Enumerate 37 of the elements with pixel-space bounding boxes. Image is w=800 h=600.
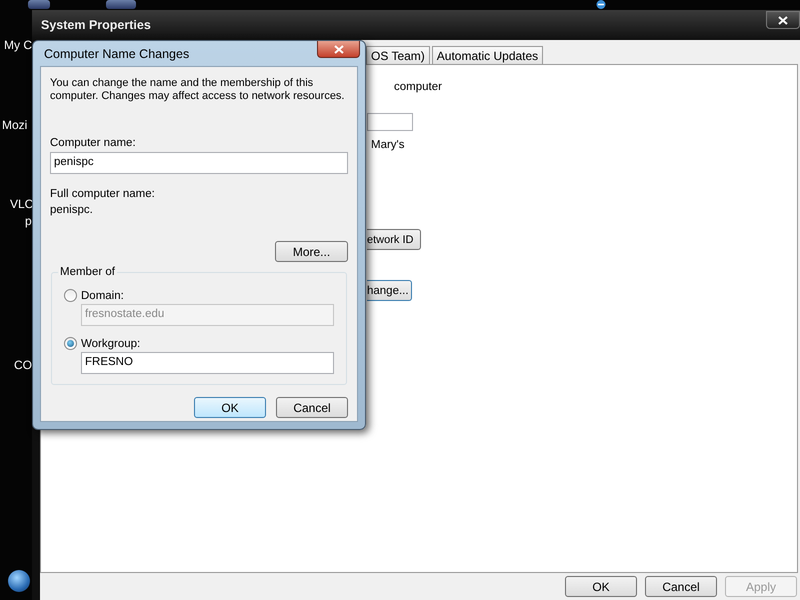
window-title: System Properties xyxy=(41,18,151,32)
more-button[interactable]: More... xyxy=(275,241,348,262)
close-button[interactable] xyxy=(766,11,800,29)
description-text: computer xyxy=(394,81,443,93)
desktop-icon-label[interactable]: p xyxy=(25,214,32,228)
tab[interactable]: Automatic Updates xyxy=(432,46,544,64)
network-id-button[interactable]: etwork ID xyxy=(367,229,421,250)
dialog-button[interactable]: Cancel xyxy=(276,397,348,418)
close-icon xyxy=(334,44,344,54)
radio-option[interactable]: Workgroup: xyxy=(64,337,140,350)
start-button[interactable] xyxy=(8,570,30,592)
field-label: Computer name: xyxy=(50,137,137,149)
desktop-icon-label[interactable]: My C xyxy=(4,38,32,52)
desktop-icon-label[interactable]: CO xyxy=(14,358,32,372)
change-button[interactable]: hange... xyxy=(367,280,412,301)
tab[interactable]: OS Team) xyxy=(366,46,430,64)
dialog-title: Computer Name Changes xyxy=(44,47,190,61)
dialog-button[interactable]: OK xyxy=(194,397,266,418)
close-button[interactable] xyxy=(317,41,360,58)
close-icon xyxy=(778,16,788,24)
description-text: You can change the name and the membership of this computer. Changes may affect access to network resources. xyxy=(50,77,346,103)
computer-name-field[interactable]: penispc xyxy=(50,152,348,174)
radio-option[interactable]: Domain: xyxy=(64,289,124,302)
group-label: Member of xyxy=(58,266,117,278)
radio-icon[interactable] xyxy=(64,337,77,350)
desktop-icon-label[interactable]: Mozi xyxy=(2,118,28,132)
input-field[interactable] xyxy=(367,113,413,131)
desktop-icon-label[interactable]: VLC xyxy=(10,197,34,211)
description-text: Mary's xyxy=(371,139,406,151)
desktop-icon[interactable] xyxy=(28,0,50,9)
desktop-icon[interactable] xyxy=(106,0,136,9)
radio-icon[interactable] xyxy=(64,289,77,302)
dialog-button[interactable]: OK xyxy=(565,576,637,597)
input-field[interactable]: FRESNO xyxy=(81,352,334,374)
full-name-text: penispc. xyxy=(50,204,94,216)
field-label: Full computer name: xyxy=(50,188,156,200)
dialog-button[interactable]: Cancel xyxy=(645,576,717,597)
